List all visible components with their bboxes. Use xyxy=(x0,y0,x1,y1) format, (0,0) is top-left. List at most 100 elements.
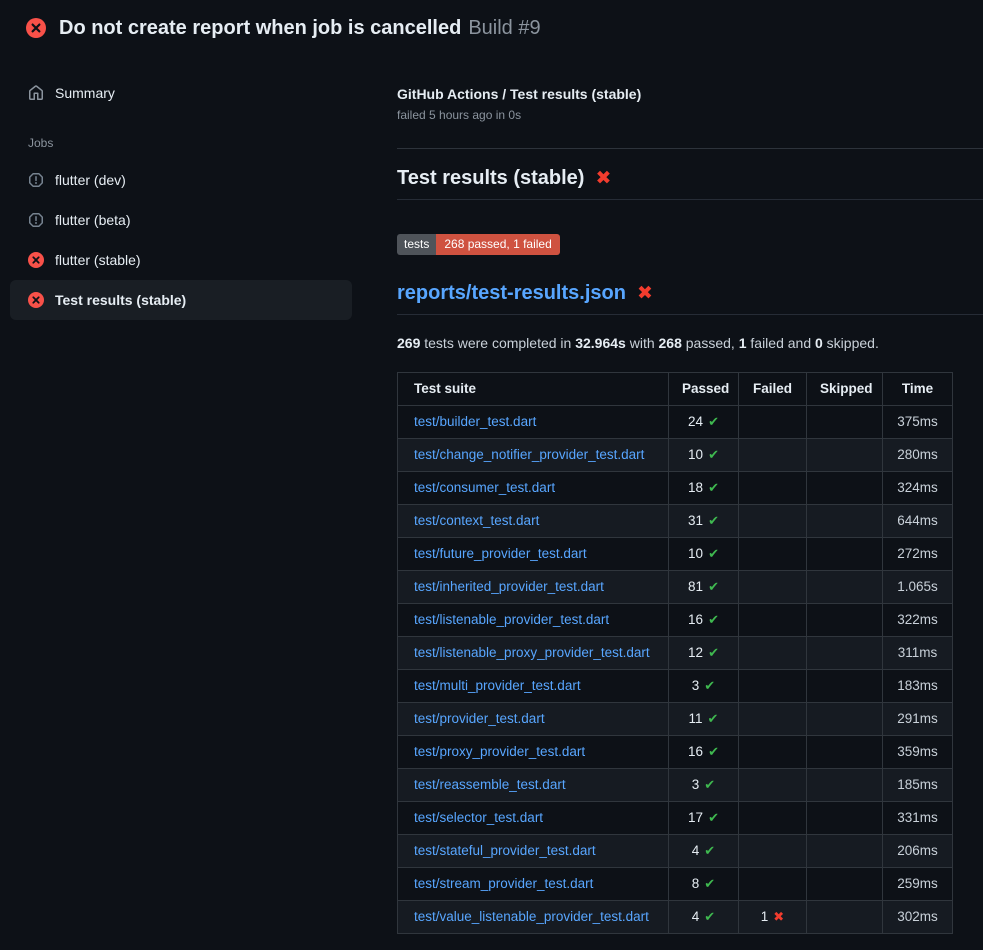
suite-cell: test/listenable_proxy_provider_test.dart xyxy=(398,636,669,669)
pass-check-icon: ✔ xyxy=(708,579,719,594)
suite-link[interactable]: test/change_notifier_provider_test.dart xyxy=(414,447,644,462)
passed-cell: 18✔ xyxy=(669,471,739,504)
suite-cell: test/context_test.dart xyxy=(398,504,669,537)
time-cell: 311ms xyxy=(883,636,953,669)
pass-check-icon: ✔ xyxy=(704,909,715,924)
column-header-skipped: Skipped xyxy=(807,372,883,405)
passed-cell: 16✔ xyxy=(669,603,739,636)
skipped-cell xyxy=(807,405,883,438)
suite-link[interactable]: test/provider_test.dart xyxy=(414,711,545,726)
column-header-passed: Passed xyxy=(669,372,739,405)
table-row: test/listenable_provider_test.dart16✔322… xyxy=(398,603,953,636)
pass-check-icon: ✔ xyxy=(708,810,719,825)
pass-check-icon: ✔ xyxy=(708,711,719,726)
time-cell: 280ms xyxy=(883,438,953,471)
section-title: Test results (stable) ✖ xyxy=(397,167,983,200)
column-header-test-suite: Test suite xyxy=(398,372,669,405)
failed-cell xyxy=(739,768,807,801)
stop-icon xyxy=(28,212,44,228)
suite-cell: test/builder_test.dart xyxy=(398,405,669,438)
failed-cell xyxy=(739,636,807,669)
pass-check-icon: ✔ xyxy=(704,843,715,858)
sidebar-item-flutter-dev[interactable]: flutter (dev) xyxy=(10,160,352,200)
table-row: test/consumer_test.dart18✔324ms xyxy=(398,471,953,504)
job-label: flutter (beta) xyxy=(55,212,130,228)
sidebar-item-flutter-beta[interactable]: flutter (beta) xyxy=(10,200,352,240)
time-cell: 359ms xyxy=(883,735,953,768)
passed-cell: 81✔ xyxy=(669,570,739,603)
sidebar-item-test-results-stable[interactable]: Test results (stable) xyxy=(10,280,352,320)
table-row: test/provider_test.dart11✔291ms xyxy=(398,702,953,735)
passed-cell: 8✔ xyxy=(669,867,739,900)
failed-cell xyxy=(739,537,807,570)
suite-link[interactable]: test/selector_test.dart xyxy=(414,810,543,825)
time-cell: 375ms xyxy=(883,405,953,438)
x-circle-icon xyxy=(26,18,46,38)
suite-cell: test/value_listenable_provider_test.dart xyxy=(398,900,669,933)
passed-cell: 3✔ xyxy=(669,768,739,801)
suite-link[interactable]: test/inherited_provider_test.dart xyxy=(414,579,604,594)
results-table: Test suitePassedFailedSkippedTime test/bu… xyxy=(397,372,953,934)
suite-link[interactable]: test/builder_test.dart xyxy=(414,414,536,429)
pass-check-icon: ✔ xyxy=(708,645,719,660)
passed-cell: 4✔ xyxy=(669,900,739,933)
report-link[interactable]: reports/test-results.json xyxy=(397,282,626,305)
table-row: test/value_listenable_provider_test.dart… xyxy=(398,900,953,933)
fail-x-icon: ✖ xyxy=(637,284,653,303)
skipped-cell xyxy=(807,471,883,504)
suite-link[interactable]: test/consumer_test.dart xyxy=(414,480,555,495)
suite-cell: test/reassemble_test.dart xyxy=(398,768,669,801)
pass-check-icon: ✔ xyxy=(704,876,715,891)
suite-link[interactable]: test/future_provider_test.dart xyxy=(414,546,587,561)
badge-value: 268 passed, 1 failed xyxy=(436,234,559,255)
sidebar-item-summary[interactable]: Summary xyxy=(0,74,362,112)
suite-link[interactable]: test/proxy_provider_test.dart xyxy=(414,744,585,759)
skipped-cell xyxy=(807,504,883,537)
passed-cell: 12✔ xyxy=(669,636,739,669)
suite-cell: test/provider_test.dart xyxy=(398,702,669,735)
pass-check-icon: ✔ xyxy=(704,777,715,792)
table-row: test/context_test.dart31✔644ms xyxy=(398,504,953,537)
jobs-list: flutter (dev) flutter (beta) flutter (stab… xyxy=(0,160,362,320)
failed-cell: 1✖ xyxy=(739,900,807,933)
table-row: test/change_notifier_provider_test.dart 1… xyxy=(398,438,953,471)
column-header-failed: Failed xyxy=(739,372,807,405)
failed-cell xyxy=(739,702,807,735)
suite-link[interactable]: test/value_listenable_provider_test.dart xyxy=(414,909,649,924)
check-run-title: Do not create report when job is cancell… xyxy=(59,17,461,39)
skipped-cell xyxy=(807,570,883,603)
sidebar: Summary Jobs flutter (dev)flutter (beta)… xyxy=(0,74,362,320)
job-label: flutter (dev) xyxy=(55,172,126,188)
page-title: Do not create report when job is cancell… xyxy=(59,17,541,40)
suite-cell: test/proxy_provider_test.dart xyxy=(398,735,669,768)
passed-cell: 10✔ xyxy=(669,438,739,471)
pass-check-icon: ✔ xyxy=(708,744,719,759)
suite-cell: test/listenable_provider_test.dart xyxy=(398,603,669,636)
suite-link[interactable]: test/listenable_proxy_provider_test.dart xyxy=(414,645,650,660)
failed-cell xyxy=(739,735,807,768)
passed-cell: 10✔ xyxy=(669,537,739,570)
breadcrumb: GitHub Actions / Test results (stable) xyxy=(397,86,983,102)
suite-link[interactable]: test/context_test.dart xyxy=(414,513,539,528)
table-row: test/future_provider_test.dart10✔272ms xyxy=(398,537,953,570)
failed-cell xyxy=(739,669,807,702)
page-header: Do not create report when job is cancell… xyxy=(0,0,983,56)
table-row: test/stateful_provider_test.dart4✔206ms xyxy=(398,834,953,867)
sidebar-item-flutter-stable[interactable]: flutter (stable) xyxy=(10,240,352,280)
tests-badge: tests 268 passed, 1 failed xyxy=(397,234,560,255)
suite-link[interactable]: test/stream_provider_test.dart xyxy=(414,876,593,891)
suite-link[interactable]: test/reassemble_test.dart xyxy=(414,777,566,792)
passed-cell: 4✔ xyxy=(669,834,739,867)
suite-link[interactable]: test/multi_provider_test.dart xyxy=(414,678,581,693)
section-title-text: Test results (stable) xyxy=(397,167,584,190)
pass-check-icon: ✔ xyxy=(708,447,719,462)
failed-cell xyxy=(739,867,807,900)
suite-link[interactable]: test/listenable_provider_test.dart xyxy=(414,612,609,627)
time-cell: 1.065s xyxy=(883,570,953,603)
failed-cell xyxy=(739,504,807,537)
table-header-row: Test suitePassedFailedSkippedTime xyxy=(398,372,953,405)
suite-link[interactable]: test/stateful_provider_test.dart xyxy=(414,843,596,858)
passed-cell: 24✔ xyxy=(669,405,739,438)
x-circle-icon xyxy=(28,252,44,268)
skipped-cell xyxy=(807,900,883,933)
